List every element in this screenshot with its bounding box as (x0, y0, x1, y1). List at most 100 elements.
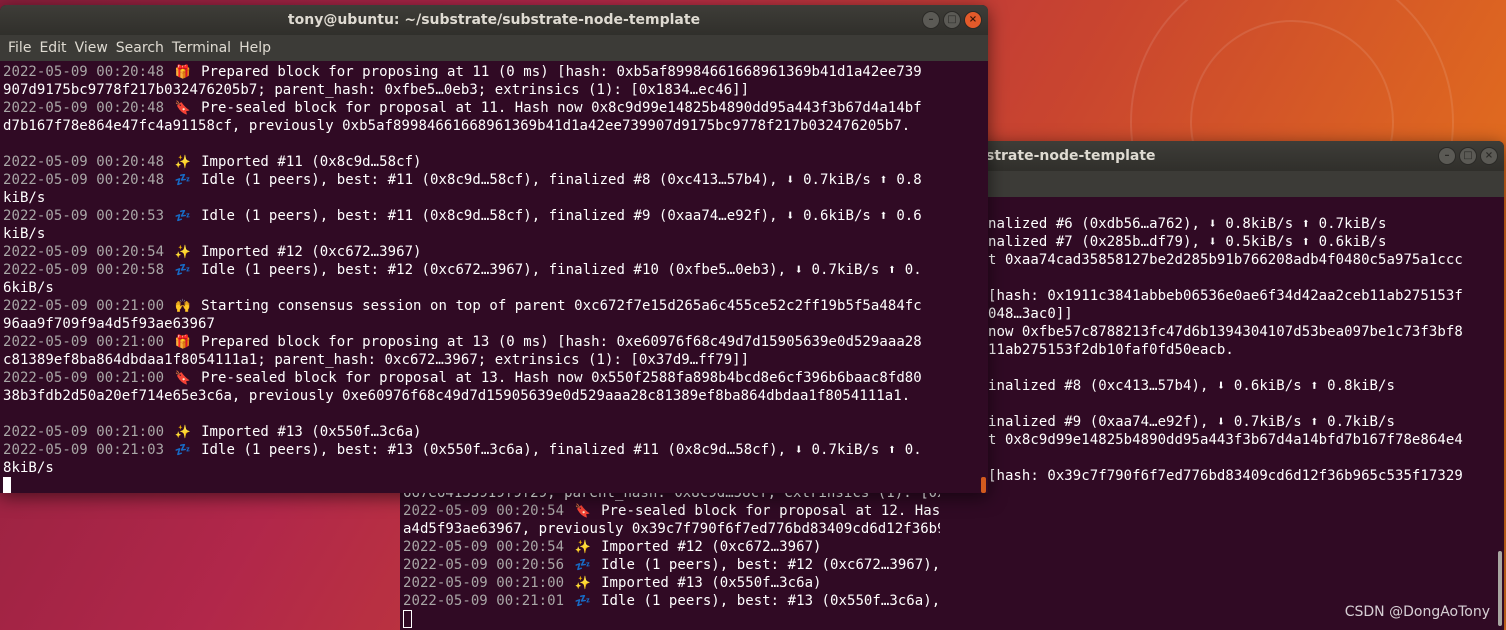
log-message: nalized #7 (0x285b…df79), ⬇ 0.5kiB/s ⬆ 0… (988, 234, 1387, 250)
log-timestamp: 2022-05-09 00:20:54 (3, 244, 165, 260)
back-terminal-output[interactable]: nalized #6 (0xdb56…a762), ⬇ 0.8kiB/s ⬆ 0… (988, 215, 1504, 485)
terminal-line: [hash: 0x1911c3841abbeb06536e0ae6f34d42a… (988, 287, 1504, 305)
terminal-line: 11ab275153f2db10faf0fd50eacb. (988, 341, 1504, 359)
log-message: inalized #9 (0xaa74…e92f), ⬇ 0.7kiB/s ⬆ … (988, 414, 1395, 430)
terminal-line: inalized #9 (0xaa74…e92f), ⬇ 0.7kiB/s ⬆ … (988, 413, 1504, 431)
menu-search[interactable]: Search (112, 40, 168, 56)
log-emoji-icon: 💤 (174, 263, 191, 278)
menu-file[interactable]: File (4, 40, 35, 56)
log-timestamp: 2022-05-09 00:21:00 (3, 424, 165, 440)
log-emoji-icon: 🙌 (174, 299, 191, 314)
back-terminal-titlebar[interactable]: strate-node-template – □ × (930, 141, 1504, 171)
back-terminal-output-lower[interactable]: 667e64133919f9f29; parent_hash: 0x8c9d…5… (403, 484, 940, 628)
terminal-line: kiB/s (3, 189, 976, 207)
log-message: Idle (1 peers), best: #13 (0x550f…3c6a),… (601, 593, 940, 609)
log-message: Idle (1 peers), best: #12 (0xc672…3967),… (201, 262, 922, 278)
minimize-icon[interactable]: – (922, 11, 940, 29)
terminal-line: 2022-05-09 00:20:54 🔖 Pre-sealed block f… (403, 502, 940, 520)
menu-view[interactable]: View (71, 40, 112, 56)
log-emoji-icon: 💤 (174, 209, 191, 224)
minimize-icon[interactable]: – (1438, 147, 1456, 165)
terminal-line: 2022-05-09 00:21:00 🔖 Pre-sealed block f… (3, 369, 976, 387)
log-message: nalized #6 (0xdb56…a762), ⬇ 0.8kiB/s ⬆ 0… (988, 216, 1387, 232)
menu-help[interactable]: Help (235, 40, 275, 56)
log-message: Imported #13 (0x550f…3c6a) (601, 575, 822, 591)
log-message: Pre-sealed block for proposal at 11. Has… (201, 100, 922, 116)
log-message: 907d9175bc9778f217b032476205b7; parent_h… (3, 82, 750, 98)
log-message: Pre-sealed block for proposal at 13. Has… (201, 370, 922, 386)
maximize-icon[interactable]: □ (1459, 147, 1477, 165)
terminal-line: [hash: 0x39c7f790f6f7ed776bd83409cd6d12f… (988, 467, 1504, 485)
log-timestamp: 2022-05-09 00:21:01 (403, 593, 565, 609)
back-terminal-lower[interactable]: 667e64133919f9f29; parent_hash: 0x8c9d…5… (400, 484, 940, 630)
terminal-line: c81389ef8ba864dbdaa1f8054111a1; parent_h… (3, 351, 976, 369)
prompt-line (403, 610, 940, 628)
menu-terminal[interactable]: Terminal (168, 40, 235, 56)
log-message: c81389ef8ba864dbdaa1f8054111a1; parent_h… (3, 352, 750, 368)
terminal-line: 2022-05-09 00:20:54 ✨ Imported #12 (0xc6… (3, 243, 976, 261)
log-emoji-icon: ✨ (574, 576, 591, 591)
terminal-line: 2022-05-09 00:21:00 🙌 Starting consensus… (3, 297, 976, 315)
log-message: 048…3ac0]] (988, 306, 1073, 322)
terminal-line: 6kiB/s (3, 279, 976, 297)
terminal-line: 907d9175bc9778f217b032476205b7; parent_h… (3, 81, 976, 99)
maximize-icon[interactable]: □ (943, 11, 961, 29)
terminal-line: 2022-05-09 00:20:48 🎁 Prepared block for… (3, 63, 976, 81)
log-emoji-icon: 💤 (174, 173, 191, 188)
log-message: Pre-sealed block for proposal at 12. Has… (601, 503, 940, 519)
log-emoji-icon: ✨ (574, 540, 591, 555)
log-message: now 0xfbe57c8788213fc47d6b1394304107d53b… (988, 324, 1463, 340)
terminal-line: d7b167f78e864e47fc4a91158cf, previously … (3, 117, 976, 135)
log-message: Prepared block for proposing at 11 (0 ms… (201, 64, 922, 80)
front-terminal-output[interactable]: 2022-05-09 00:20:48 🎁 Prepared block for… (3, 63, 976, 493)
log-timestamp: 2022-05-09 00:20:48 (3, 100, 165, 116)
log-message: Idle (1 peers), best: #11 (0x8c9d…58cf),… (201, 208, 922, 224)
log-emoji-icon: 🎁 (174, 65, 191, 80)
back-scrollbar[interactable] (1498, 551, 1502, 626)
terminal-line: 8kiB/s (3, 459, 976, 477)
log-message: 38b3fdb2d50a20ef714e65e3c6a, previously … (3, 388, 911, 404)
terminal-line: 2022-05-09 00:21:00 🎁 Prepared block for… (3, 333, 976, 351)
log-message: [hash: 0x39c7f790f6f7ed776bd83409cd6d12f… (988, 468, 1463, 484)
menu-edit[interactable]: Edit (35, 40, 70, 56)
log-emoji-icon: 🔖 (574, 504, 591, 519)
log-emoji-icon: 💤 (574, 558, 591, 573)
close-icon[interactable]: × (964, 11, 982, 29)
terminal-menubar: File Edit View Search Terminal Help (0, 35, 988, 61)
log-message: 11ab275153f2db10faf0fd50eacb. (988, 342, 1234, 358)
terminal-line: 96aa9f709f9a4d5f93ae63967 (3, 315, 976, 333)
log-message: kiB/s (3, 226, 46, 242)
log-timestamp: 2022-05-09 00:20:48 (3, 64, 165, 80)
log-message: 96aa9f709f9a4d5f93ae63967 (3, 316, 215, 332)
log-message: Imported #12 (0xc672…3967) (601, 539, 822, 555)
front-terminal-window[interactable]: tony@ubuntu: ~/substrate/substrate-node-… (0, 5, 988, 493)
log-timestamp: 2022-05-09 00:20:56 (403, 557, 565, 573)
terminal-line: 048…3ac0]] (988, 305, 1504, 323)
log-message: Imported #13 (0x550f…3c6a) (201, 424, 422, 440)
window-title: tony@ubuntu: ~/substrate/substrate-node-… (287, 12, 701, 28)
terminal-line: a4d5f93ae63967, previously 0x39c7f790f6f… (403, 520, 940, 538)
terminal-line: 2022-05-09 00:20:54 ✨ Imported #12 (0xc6… (403, 538, 940, 556)
front-scrollbar[interactable] (981, 477, 986, 493)
log-message: t 0x8c9d99e14825b4890dd95a443f3b67d4a14b… (988, 432, 1463, 448)
terminal-line: 2022-05-09 00:21:03 💤 Idle (1 peers), be… (3, 441, 976, 459)
back-terminal-window[interactable]: strate-node-template – □ × nalized #6 (0… (930, 141, 1504, 630)
log-message: t 0xaa74cad35858127be2d285b91b766208adb4… (988, 252, 1463, 268)
front-terminal-titlebar[interactable]: tony@ubuntu: ~/substrate/substrate-node-… (0, 5, 988, 35)
terminal-line: 2022-05-09 00:20:56 💤 Idle (1 peers), be… (403, 556, 940, 574)
log-emoji-icon: 🔖 (174, 371, 191, 386)
terminal-line: nalized #7 (0x285b…df79), ⬇ 0.5kiB/s ⬆ 0… (988, 233, 1504, 251)
log-message: [hash: 0x1911c3841abbeb06536e0ae6f34d42a… (988, 288, 1463, 304)
log-timestamp: 2022-05-09 00:20:54 (403, 503, 565, 519)
log-emoji-icon: ✨ (174, 245, 191, 260)
log-timestamp: 2022-05-09 00:20:53 (3, 208, 165, 224)
terminal-line: now 0xfbe57c8788213fc47d6b1394304107d53b… (988, 323, 1504, 341)
close-icon[interactable]: × (1480, 147, 1498, 165)
log-timestamp: 2022-05-09 00:20:48 (3, 172, 165, 188)
log-message: Imported #12 (0xc672…3967) (201, 244, 422, 260)
